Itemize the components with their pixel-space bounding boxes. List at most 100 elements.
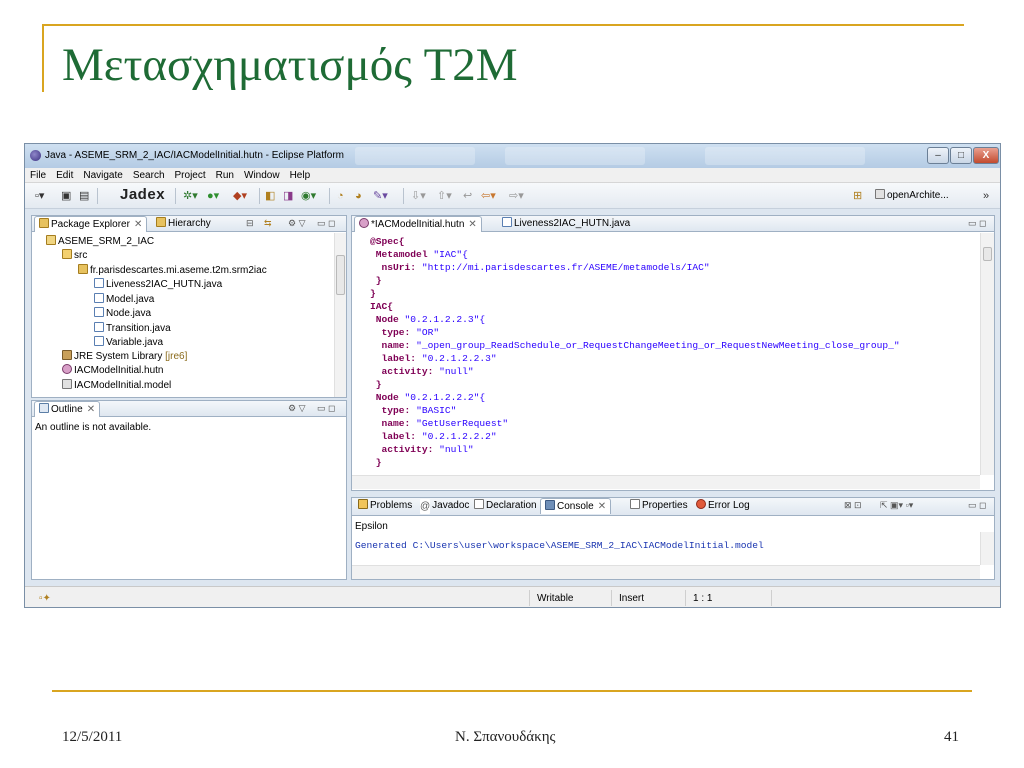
close-icon[interactable]: ✕ xyxy=(598,501,606,512)
new-class-icon[interactable]: ◉▾ xyxy=(301,189,316,203)
open-type-icon[interactable]: ◔ xyxy=(337,189,344,203)
console-scrollbar[interactable] xyxy=(980,532,994,565)
code-line[interactable]: } xyxy=(370,274,382,287)
tab-declaration[interactable]: Declaration xyxy=(470,498,541,514)
scrollbar-thumb[interactable] xyxy=(983,247,992,261)
menu-run[interactable]: Run xyxy=(211,168,239,182)
code-line[interactable]: name: "GetUserRequest" xyxy=(370,417,509,430)
print-icon[interactable]: ▤ xyxy=(79,189,89,203)
menu-project[interactable]: Project xyxy=(170,168,211,182)
tab-properties[interactable]: Properties xyxy=(626,498,692,514)
tab-package-explorer[interactable]: Package Explorer ✕ xyxy=(34,216,148,232)
minimize-view-icon[interactable]: ▭ ◻ xyxy=(968,500,986,511)
library-icon xyxy=(62,350,72,360)
tab-iacmodelinitial-hutn[interactable]: *IACModelInitial.hutn ✕ xyxy=(354,216,482,232)
menu-edit[interactable]: Edit xyxy=(51,168,78,182)
tab-hierarchy[interactable]: Hierarchy xyxy=(152,216,215,232)
code-line[interactable]: Node "0.2.1.2.2.2"{ xyxy=(370,391,485,404)
code-line[interactable]: label: "0.2.1.2.2.3" xyxy=(370,352,497,365)
slide-top-rule xyxy=(42,24,964,26)
tab-liveness2iac-java[interactable]: Liveness2IAC_HUTN.java xyxy=(498,216,634,232)
link-editor-icon[interactable]: ⇆ xyxy=(264,218,272,229)
code-line[interactable]: } xyxy=(370,378,382,391)
tab-outline[interactable]: Outline ✕ xyxy=(34,401,101,417)
code-line[interactable]: @Spec{ xyxy=(370,235,405,248)
package-explorer-scrollbar[interactable] xyxy=(334,233,346,397)
code-line[interactable]: type: "BASIC" xyxy=(370,404,457,417)
clear-console-icon[interactable]: ⊠ ⊡ xyxy=(844,500,862,511)
last-edit-icon[interactable]: ↩ xyxy=(463,189,472,203)
tab-error-log[interactable]: Error Log xyxy=(692,498,754,514)
code-line[interactable]: activity: "null" xyxy=(370,443,474,456)
close-icon[interactable]: ✕ xyxy=(134,219,142,230)
tree-item-src[interactable]: src xyxy=(62,249,87,262)
perspective-openarchitectureware[interactable]: openArchite... xyxy=(875,189,949,201)
close-icon[interactable]: ✕ xyxy=(87,404,95,415)
open-resource-icon[interactable]: ◕ xyxy=(355,189,362,203)
pin-console-icon[interactable]: ⇱ ▣▾ ▫▾ xyxy=(880,500,913,511)
code-line[interactable]: activity: "null" xyxy=(370,365,474,378)
next-annotation-icon[interactable]: ⇩▾ xyxy=(411,189,426,203)
jadex-button[interactable]: Jadex xyxy=(120,187,165,203)
fast-view-icon[interactable]: ▫✦ xyxy=(39,593,51,604)
console-horizontal-scrollbar[interactable] xyxy=(352,565,980,579)
close-button[interactable]: X xyxy=(973,147,999,164)
declaration-icon xyxy=(474,499,484,509)
minimize-view-icon[interactable]: ▭ ◻ xyxy=(317,403,335,414)
scrollbar-thumb[interactable] xyxy=(336,255,345,295)
maximize-button[interactable]: □ xyxy=(950,147,972,164)
code-line[interactable]: } xyxy=(370,456,382,469)
perspective-overflow-icon[interactable]: » xyxy=(983,189,989,203)
minimize-view-icon[interactable]: ▭ ◻ xyxy=(317,218,335,229)
new-project-icon[interactable]: ◧ xyxy=(265,189,275,203)
close-icon[interactable]: ✕ xyxy=(468,219,476,230)
tree-item-model-java[interactable]: Model.java xyxy=(94,293,154,306)
view-menu-icon[interactable]: ⚙ ▽ xyxy=(288,218,306,229)
editor-horizontal-scrollbar[interactable] xyxy=(352,475,980,489)
hutn-file-icon xyxy=(359,218,369,228)
code-line[interactable]: nsUri: "http://mi.parisdescartes.fr/ASEM… xyxy=(370,261,710,274)
tree-item-jre-library[interactable]: JRE System Library [jre6] xyxy=(62,350,187,363)
menu-navigate[interactable]: Navigate xyxy=(78,168,127,182)
collapse-all-icon[interactable]: ⊟ xyxy=(246,218,254,229)
menu-search[interactable]: Search xyxy=(128,168,170,182)
code-line[interactable]: label: "0.2.1.2.2.2" xyxy=(370,430,497,443)
open-perspective-icon[interactable]: ⊞ xyxy=(853,189,862,203)
search-icon[interactable]: ✎▾ xyxy=(373,189,388,203)
debug-icon[interactable]: ✲▾ xyxy=(183,189,198,203)
tree-item-transition-java[interactable]: Transition.java xyxy=(94,322,171,335)
tree-item-node-java[interactable]: Node.java xyxy=(94,307,151,320)
tab-problems[interactable]: Problems xyxy=(354,498,416,514)
tree-item-package[interactable]: fr.parisdescartes.mi.aseme.t2m.srm2iac xyxy=(78,264,267,277)
external-tools-icon[interactable]: ◆▾ xyxy=(233,189,247,203)
code-line[interactable]: type: "OR" xyxy=(370,326,440,339)
menu-help[interactable]: Help xyxy=(285,168,316,182)
maximize-view-icon[interactable]: ▭ ◻ xyxy=(968,218,986,229)
window-titlebar[interactable]: Java - ASEME_SRM_2_IAC/IACModelInitial.h… xyxy=(25,144,1000,168)
tab-javadoc[interactable]: @ Javadoc xyxy=(416,498,473,514)
tab-console[interactable]: Console ✕ xyxy=(540,498,612,514)
editor-vertical-scrollbar[interactable] xyxy=(980,233,994,475)
menu-window[interactable]: Window xyxy=(239,168,285,182)
tree-item-liveness2iac[interactable]: Liveness2IAC_HUTN.java xyxy=(94,278,223,291)
previous-annotation-icon[interactable]: ⇧▾ xyxy=(437,189,452,203)
tree-item-project[interactable]: ASEME_SRM_2_IAC xyxy=(46,235,154,248)
new-file-icon[interactable]: ▫▾ xyxy=(35,189,44,203)
menu-file[interactable]: File xyxy=(25,168,51,182)
code-line[interactable]: Node "0.2.1.2.2.3"{ xyxy=(370,313,485,326)
back-icon[interactable]: ⇦▾ xyxy=(481,189,496,203)
run-icon[interactable]: ●▾ xyxy=(207,189,219,203)
tree-item-variable-java[interactable]: Variable.java xyxy=(94,336,163,349)
minimize-button[interactable]: – xyxy=(927,147,949,164)
new-package-icon[interactable]: ◨ xyxy=(283,189,293,203)
forward-icon[interactable]: ⇨▾ xyxy=(509,189,524,203)
view-menu-icon[interactable]: ⚙ ▽ xyxy=(288,403,306,414)
save-icon[interactable]: ▣ xyxy=(61,189,71,203)
slide-bottom-rule xyxy=(52,690,972,692)
tree-item-model-file[interactable]: IACModelInitial.model xyxy=(62,379,171,392)
tree-item-hutn-file[interactable]: IACModelInitial.hutn xyxy=(62,364,164,377)
code-line[interactable]: IAC{ xyxy=(370,300,393,313)
code-line[interactable]: Metamodel "IAC"{ xyxy=(370,248,468,261)
code-line[interactable]: } xyxy=(370,287,376,300)
code-line[interactable]: name: "_open_group_ReadSchedule_or_Reque… xyxy=(370,339,900,352)
